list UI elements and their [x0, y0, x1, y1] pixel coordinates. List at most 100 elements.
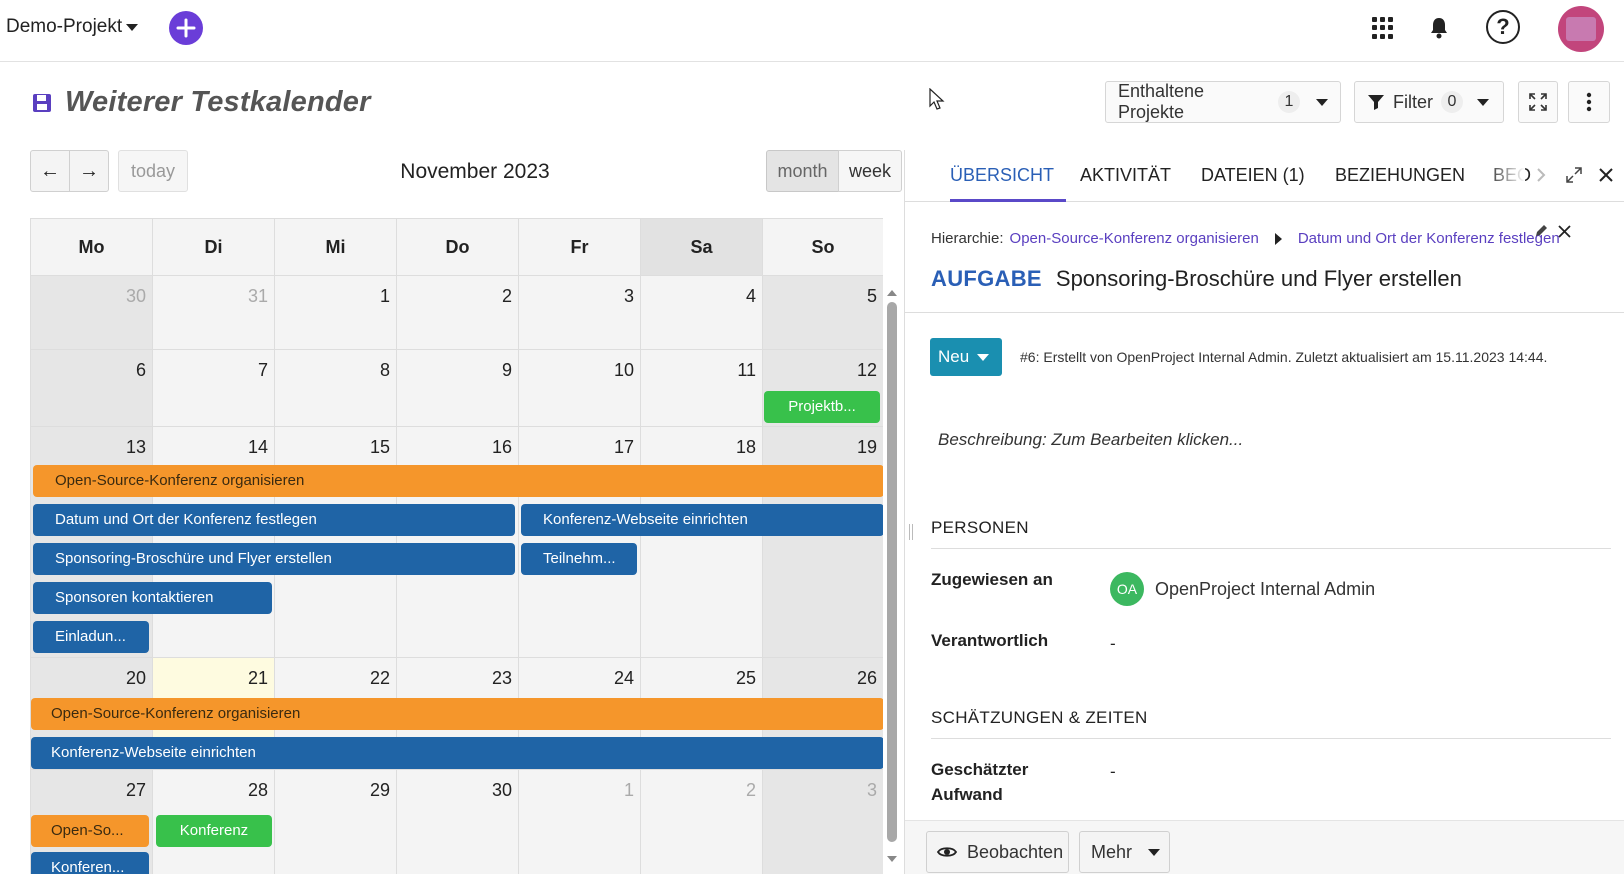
today-button[interactable]: today [118, 150, 188, 192]
assigned-to-label: Zugewiesen an [931, 570, 1053, 589]
calendar-event[interactable]: Open-Source-Konferenz organisieren [31, 698, 883, 730]
day-cell[interactable]: 1 [275, 276, 397, 350]
more-actions-button[interactable]: Mehr [1079, 831, 1170, 873]
divider [931, 738, 1611, 739]
day-number: 25 [735, 668, 756, 688]
tab-files[interactable]: DATEIEN (1) [1201, 165, 1305, 186]
day-number: 30 [125, 286, 146, 306]
scroll-up-icon[interactable] [887, 290, 897, 296]
calendar-event[interactable]: Open-Source-Konferenz organisieren [33, 465, 883, 497]
day-cell[interactable]: 3 [519, 276, 641, 350]
calendar-event[interactable]: Teilnehm... [521, 543, 637, 575]
view-week-button[interactable]: week [838, 150, 902, 192]
status-label: Neu [938, 347, 970, 366]
day-number: 12 [856, 360, 877, 380]
tab-overview[interactable]: ÜBERSICHT [950, 165, 1054, 186]
day-cell[interactable]: 8 [275, 350, 397, 427]
day-cell[interactable]: 11 [641, 350, 763, 427]
calendar-grid: Mo Di Mi Do Fr Sa So 30 31 1 2 3 4 5 6 7… [30, 218, 883, 874]
expand-diagonal-icon [1566, 167, 1582, 183]
description-field[interactable]: Beschreibung: Zum Bearbeiten klicken... [938, 430, 1243, 450]
add-button[interactable] [169, 11, 203, 45]
fullscreen-details-button[interactable] [1563, 164, 1585, 186]
more-vertical-icon [1586, 92, 1592, 112]
day-cell[interactable]: 4 [641, 276, 763, 350]
day-cell[interactable]: 1 [519, 770, 641, 874]
close-panel-button[interactable] [1595, 164, 1617, 186]
calendar-event[interactable]: Konferenz-Webseite einrichten [31, 737, 883, 769]
weekday-header: Sa [641, 219, 763, 276]
responsible-value[interactable]: - [1110, 634, 1116, 654]
status-button[interactable]: Neu [930, 338, 1002, 376]
fullscreen-button[interactable] [1518, 81, 1558, 123]
close-icon [1557, 224, 1571, 238]
more-menu-button[interactable] [1568, 81, 1610, 123]
calendar-event[interactable]: Sponsoren kontaktieren [33, 582, 272, 614]
next-button[interactable]: → [69, 150, 109, 192]
previous-button[interactable]: ← [30, 150, 70, 192]
watch-button[interactable]: Beobachten [926, 831, 1069, 873]
day-number: 13 [125, 437, 146, 457]
calendar-event[interactable]: Sponsoring-Broschüre und Flyer erstellen [33, 543, 515, 575]
day-cell[interactable]: 31 [153, 276, 275, 350]
calendar-event[interactable]: Konferenz [156, 815, 272, 847]
day-cell[interactable]: 30 [397, 770, 519, 874]
app-root: Demo-Projekt ? Weiterer Testkalender Ent… [0, 0, 1624, 874]
plus-icon [176, 18, 196, 38]
divider [905, 312, 1624, 313]
project-selector[interactable]: Demo-Projekt [6, 16, 139, 38]
day-number: 6 [135, 360, 146, 380]
save-icon[interactable] [32, 93, 52, 113]
estimated-work-label-line2: Aufwand [931, 785, 1003, 804]
estimated-work-value[interactable]: - [1110, 762, 1116, 782]
view-month-button[interactable]: month [766, 150, 839, 192]
work-package-subject[interactable]: Sponsoring-Broschüre und Flyer erstellen [1056, 266, 1462, 292]
remove-parent-button[interactable] [1555, 222, 1573, 240]
breadcrumb-child-link[interactable]: Datum und Ort der Konferenz festlegen [1298, 230, 1560, 247]
calendar-scrollbar[interactable] [885, 290, 897, 864]
day-number: 15 [369, 437, 390, 457]
tab-activity[interactable]: AKTIVITÄT [1080, 165, 1171, 186]
calendar-event[interactable]: Konferenz-Webseite einrichten [521, 504, 883, 536]
included-projects-button[interactable]: Enthaltene Projekte 1 [1105, 81, 1341, 123]
day-number: 14 [247, 437, 268, 457]
day-cell[interactable]: 30 [31, 276, 153, 350]
day-cell[interactable]: 7 [153, 350, 275, 427]
bell-icon[interactable] [1428, 16, 1450, 40]
calendar-event[interactable]: Konferen... [31, 852, 149, 874]
day-cell[interactable]: 10 [519, 350, 641, 427]
breadcrumb-label: Hierarchie: [931, 230, 1004, 247]
filter-button[interactable]: Filter 0 [1354, 81, 1504, 123]
day-number: 18 [735, 437, 756, 457]
calendar-event[interactable]: Datum und Ort der Konferenz festlegen [33, 504, 515, 536]
day-cell[interactable]: 9 [397, 350, 519, 427]
resize-handle[interactable] [909, 524, 913, 540]
scrollbar-thumb[interactable] [887, 302, 897, 842]
day-cell[interactable]: 29 [275, 770, 397, 874]
filter-count-badge: 0 [1441, 91, 1463, 113]
day-number: 11 [737, 360, 756, 380]
calendar-event[interactable]: Einladun... [33, 621, 149, 653]
day-cell[interactable]: 18 [641, 427, 763, 658]
day-cell[interactable]: 2 [641, 770, 763, 874]
work-package-type[interactable]: AUFGABE [931, 266, 1042, 292]
day-cell[interactable]: 2 [397, 276, 519, 350]
scroll-down-icon[interactable] [887, 856, 897, 862]
day-cell[interactable]: 5 [763, 276, 883, 350]
edit-parent-button[interactable] [1532, 222, 1550, 240]
day-cell[interactable]: 6 [31, 350, 153, 427]
day-cell[interactable]: 3 [763, 770, 883, 874]
assignee-name[interactable]: OpenProject Internal Admin [1155, 579, 1375, 600]
tab-relations[interactable]: BEZIEHUNGEN [1335, 165, 1465, 186]
calendar-event[interactable]: Open-So... [31, 815, 149, 847]
grid-icon[interactable] [1372, 17, 1394, 39]
day-cell[interactable]: 19 [763, 427, 883, 658]
caret-down-icon [1148, 848, 1161, 856]
tabs-scroll-right[interactable] [1533, 164, 1549, 186]
help-icon[interactable]: ? [1486, 10, 1520, 44]
day-number: 23 [491, 668, 512, 688]
breadcrumb-parent-link[interactable]: Open-Source-Konferenz organisieren [1010, 230, 1259, 247]
avatar[interactable] [1558, 6, 1604, 52]
calendar-event[interactable]: Projektb... [764, 391, 880, 423]
day-number: 8 [379, 360, 390, 380]
